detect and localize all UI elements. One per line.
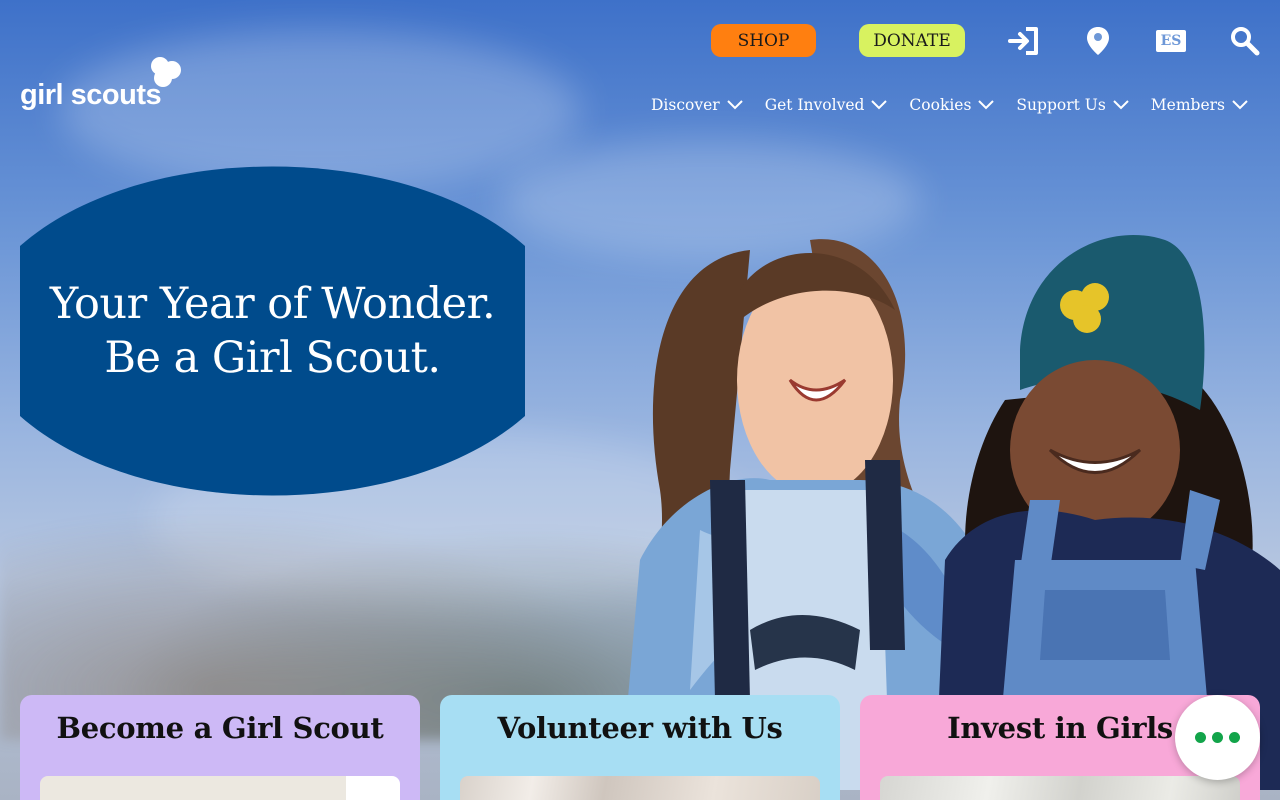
nav-label: Support Us (1016, 96, 1106, 114)
chat-dot (1229, 732, 1240, 743)
chevron-down-icon (1232, 100, 1248, 110)
hero-badge: Your Year of Wonder. Be a Girl Scout. (20, 166, 525, 496)
nav-item-get-involved[interactable]: Get Involved (765, 96, 910, 114)
hero-heading: Your Year of Wonder. Be a Girl Scout. (20, 166, 525, 496)
nav-item-members[interactable]: Members (1151, 96, 1248, 114)
shop-button[interactable]: SHOP (711, 24, 816, 57)
trefoil-icon (151, 57, 181, 87)
nav-item-support-us[interactable]: Support Us (1016, 96, 1150, 114)
language-label: ES (1160, 33, 1182, 49)
nav-label: Cookies (909, 96, 972, 114)
card-image (460, 776, 820, 800)
nav-label: Get Involved (764, 96, 865, 114)
card-image (880, 776, 1240, 800)
language-icon[interactable]: ES (1154, 24, 1188, 58)
chat-button[interactable] (1175, 695, 1260, 780)
sign-in-icon[interactable] (1007, 24, 1041, 58)
nav-item-cookies[interactable]: Cookies (909, 96, 1016, 114)
hero-line-2: Be a Girl Scout. (104, 333, 441, 383)
chevron-down-icon (726, 100, 743, 110)
main-nav: Discover Get Involved Cookies Support Us… (651, 92, 1248, 118)
location-pin-icon[interactable] (1081, 24, 1115, 58)
card-become-a-girl-scout[interactable]: Become a Girl Scout (20, 695, 420, 800)
chat-dot (1212, 732, 1223, 743)
nav-item-discover[interactable]: Discover (651, 96, 765, 114)
card-title: Become a Girl Scout (56, 711, 384, 745)
nav-label: Members (1150, 96, 1225, 114)
search-icon[interactable] (1228, 24, 1262, 58)
girl-scouts-logo[interactable]: girl scouts (20, 56, 182, 112)
hero-line-1: Your Year of Wonder. (49, 279, 496, 329)
nav-label: Discover (651, 96, 720, 114)
chevron-down-icon (1113, 100, 1129, 110)
donate-button[interactable]: DONATE (859, 24, 965, 57)
card-image (40, 776, 400, 800)
chevron-down-icon (871, 100, 888, 110)
chevron-down-icon (978, 100, 995, 110)
card-volunteer-with-us[interactable]: Volunteer with Us (440, 695, 840, 800)
chat-dot (1195, 732, 1206, 743)
card-title: Volunteer with Us (497, 711, 783, 745)
logo-text: girl scouts (20, 79, 162, 111)
